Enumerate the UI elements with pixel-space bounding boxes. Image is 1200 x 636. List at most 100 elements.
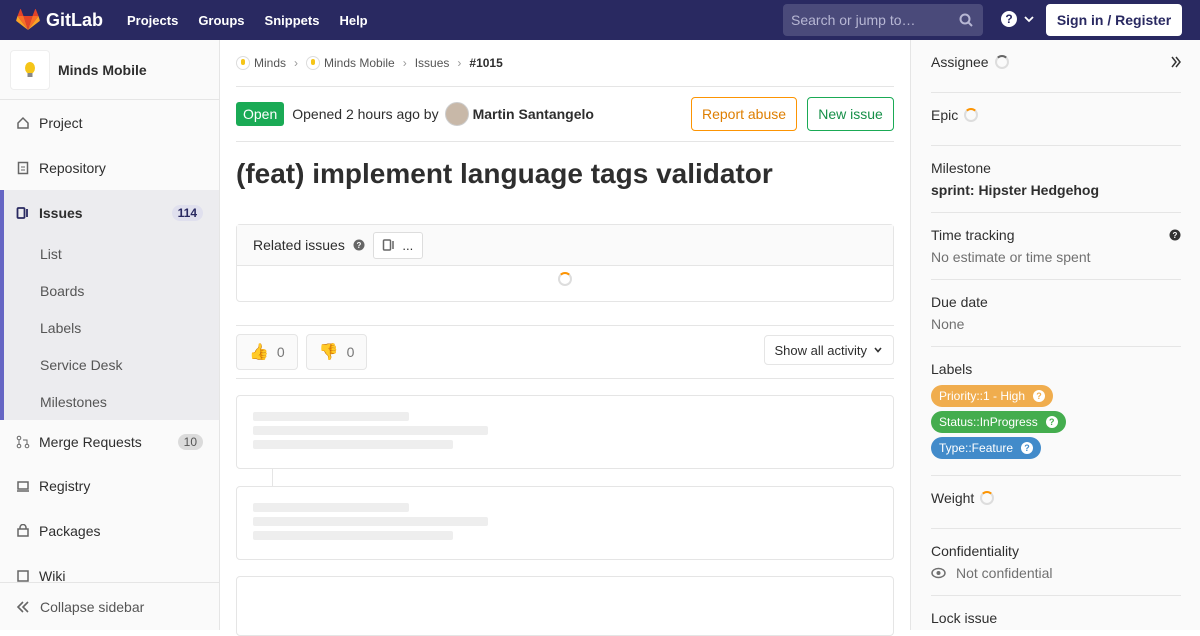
question-icon[interactable]: ?: [353, 239, 365, 251]
nav-snippets[interactable]: Snippets: [265, 13, 320, 28]
nav-projects[interactable]: Projects: [127, 13, 178, 28]
weight-block: Weight: [931, 476, 1181, 529]
comment-form-placeholder: [236, 576, 894, 636]
project-sidebar: Minds Mobile Project Repository Issues 1…: [0, 40, 220, 630]
merge-request-icon: [16, 435, 30, 449]
thumbs-up-count: 0: [276, 344, 285, 360]
help-dropdown[interactable]: ?: [1000, 10, 1035, 28]
related-count-value: ...: [402, 237, 414, 253]
new-issue-button[interactable]: New issue: [807, 97, 894, 131]
group-avatar: [236, 56, 250, 70]
label-list: Priority::1 - High ? Status::InProgress …: [931, 381, 1181, 459]
epic-title: Epic: [931, 107, 1181, 123]
assignee-title: Assignee: [931, 54, 1181, 70]
sidebar-item-label: Project: [39, 114, 83, 131]
thumbs-up-icon: 👍: [249, 344, 269, 361]
label-status[interactable]: Status::InProgress ?: [931, 411, 1066, 433]
due-date-value: None: [931, 316, 965, 332]
author-name[interactable]: Martin Santangelo: [473, 106, 594, 122]
sidebar-item-merge-requests[interactable]: Merge Requests 10: [0, 420, 219, 463]
chevron-down-icon: [1024, 16, 1034, 23]
opened-text: Opened 2 hours ago by: [292, 106, 439, 122]
report-abuse-button[interactable]: Report abuse: [691, 97, 797, 131]
thumbs-down-icon: 👎: [318, 344, 339, 361]
note-placeholder: [236, 395, 894, 469]
sidebar-project-header[interactable]: Minds Mobile: [0, 40, 219, 100]
loading-spinner-icon: [980, 491, 995, 505]
breadcrumb-separator: ›: [457, 56, 462, 70]
time-tracking-label: Time tracking: [931, 227, 1015, 243]
svg-text:?: ?: [1005, 12, 1012, 26]
activity-filter-dropdown[interactable]: Show all activity: [763, 335, 894, 365]
eye-icon: [931, 567, 946, 579]
author-avatar[interactable]: [444, 102, 469, 126]
subnav-labels[interactable]: Labels: [4, 309, 219, 346]
issue-title: (feat) implement language tags validator: [236, 158, 773, 189]
sidebar-item-project[interactable]: Project: [0, 100, 219, 145]
svg-text:?: ?: [356, 241, 361, 250]
breadcrumb-minds[interactable]: Minds: [254, 56, 286, 70]
milestone-value[interactable]: sprint: Hipster Hedgehog: [931, 182, 1181, 198]
breadcrumb-issue-number[interactable]: #1015: [469, 56, 502, 70]
subnav-service-desk[interactable]: Service Desk: [4, 346, 219, 383]
subnav-milestones[interactable]: Milestones: [4, 383, 219, 420]
label-priority[interactable]: Priority::1 - High ?: [931, 385, 1054, 407]
label-type[interactable]: Type::Feature ?: [931, 437, 1042, 459]
breadcrumb-issues[interactable]: Issues: [415, 56, 450, 70]
issue-meta: Opened 2 hours ago by Martin Santangelo: [292, 102, 594, 126]
related-issues-count[interactable]: ...: [372, 231, 423, 259]
project-avatar-small: [306, 56, 321, 70]
thumbs-down-button[interactable]: 👎 0: [305, 334, 368, 370]
skeleton-line: [253, 531, 453, 540]
breadcrumb: Minds › Minds Mobile › Issues › #1015: [236, 40, 894, 87]
time-tracking-value: No estimate or time spent: [931, 249, 1091, 265]
search-input[interactable]: Search or jump to…: [783, 4, 983, 36]
collapse-sidebar-button[interactable]: Collapse sidebar: [0, 582, 219, 630]
sidebar-item-issues[interactable]: Issues 114: [0, 190, 219, 235]
gitlab-icon: [16, 9, 40, 30]
gitlab-logo[interactable]: GitLab: [16, 9, 103, 31]
skeleton-line: [253, 426, 488, 435]
sign-in-button[interactable]: Sign in / Register: [1046, 4, 1182, 36]
confidentiality-label: Confidentiality: [931, 543, 1019, 559]
question-icon[interactable]: ?: [1169, 229, 1181, 241]
time-tracking-block: Time tracking ? No estimate or time spen…: [931, 213, 1181, 280]
sidebar-item-packages[interactable]: Packages: [0, 508, 219, 553]
loading-spinner-icon: [558, 272, 572, 286]
status-badge: Open: [236, 102, 285, 126]
collapse-sidebar-label: Collapse sidebar: [40, 598, 145, 615]
subnav-boards[interactable]: Boards: [4, 272, 219, 309]
breadcrumb-minds-mobile[interactable]: Minds Mobile: [324, 56, 395, 70]
assignee-block: Assignee: [931, 40, 1181, 93]
subnav-list[interactable]: List: [4, 235, 219, 272]
sidebar-item-label: Repository: [39, 159, 106, 176]
nav-help[interactable]: Help: [339, 13, 367, 28]
loading-spinner-icon: [994, 55, 1009, 69]
svg-text:?: ?: [1173, 231, 1178, 240]
project-name: Minds Mobile: [58, 61, 147, 78]
confidentiality-block: Confidentiality Not confidential: [931, 529, 1181, 596]
confidentiality-row: Not confidential: [931, 565, 1181, 581]
nav-groups[interactable]: Groups: [198, 13, 244, 28]
double-chevron-left-icon: [16, 600, 29, 613]
question-icon: ?: [1021, 442, 1034, 454]
double-chevron-right-icon[interactable]: [1171, 56, 1181, 68]
package-icon: [16, 523, 30, 538]
time-tracking-title: Time tracking ?: [931, 227, 1181, 243]
label-text: Type::Feature: [939, 441, 1014, 455]
due-date-block: Due date None: [931, 280, 1181, 347]
skeleton-line: [253, 517, 488, 526]
weight-title: Weight: [931, 490, 1181, 506]
issue-header: Open Opened 2 hours ago by Martin Santan…: [236, 87, 894, 142]
skeleton-line: [253, 503, 409, 512]
sidebar-item-repository[interactable]: Repository: [0, 145, 219, 190]
chevron-down-icon: [874, 347, 882, 353]
labels-block: Labels Priority::1 - High ? Status::InPr…: [931, 347, 1181, 476]
sidebar-item-registry[interactable]: Registry: [0, 463, 219, 508]
weight-label: Weight: [931, 490, 975, 506]
activity-filter-label: Show all activity: [774, 342, 867, 358]
question-icon: ?: [1001, 11, 1017, 27]
loading-spinner-icon: [964, 108, 979, 122]
award-emoji-bar: 👍 0 👎 0 Show all activity: [236, 325, 894, 379]
thumbs-up-button[interactable]: 👍 0: [236, 334, 298, 370]
